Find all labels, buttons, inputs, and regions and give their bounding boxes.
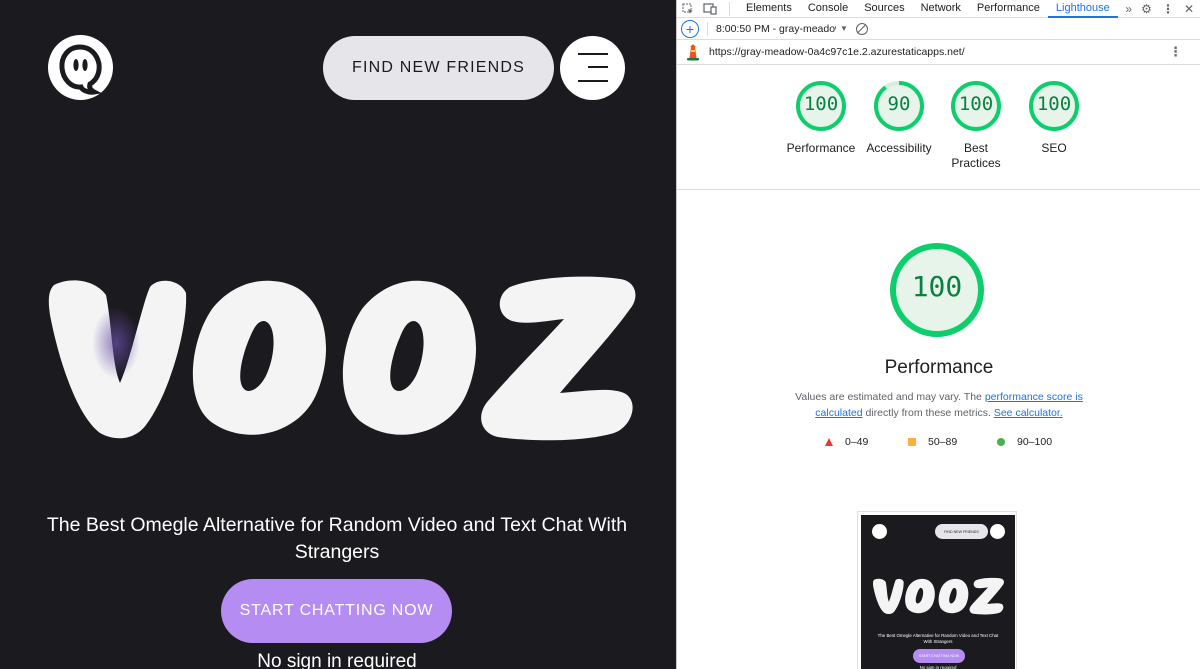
legend-range: 90–100 [1017,436,1053,448]
devtools-panel: Elements Console Sources Network Perform… [676,0,1200,669]
thumbnail-find-button: FIND NEW FRIENDS [935,524,988,539]
gauge-seo[interactable]: 100 SEO [1015,79,1093,156]
menu-line [578,80,608,82]
gauge-score: 100 [1036,93,1072,115]
gauge-label: Best Practices [951,141,1001,170]
tab-elements[interactable]: Elements [738,0,800,18]
report-url[interactable]: https://gray-meadow-0a4c97c1e.2.azuresta… [709,46,965,58]
gauge-score: 100 [803,93,839,115]
close-icon[interactable]: ✕ [1184,2,1194,16]
pass-circle-icon [997,438,1005,446]
find-new-friends-button[interactable]: FIND NEW FRIENDS [323,36,554,100]
report-select[interactable]: 8:00:50 PM - gray-meadow [716,23,836,35]
gauge-accessibility[interactable]: 90 Accessibility [860,79,938,156]
thumbnail-menu-icon [990,524,1005,539]
new-report-plus-icon[interactable]: + [681,19,699,38]
vooz-logo-icon[interactable] [48,35,113,100]
legend-fail: 0–49 [825,436,868,448]
device-toolbar-icon[interactable] [699,0,721,18]
tab-lighthouse[interactable]: Lighthouse [1047,0,1118,18]
no-signin-note: No sign in required [257,651,417,669]
thumbnail-no-signin: No sign in required [919,665,957,669]
toolbar-separator [729,1,730,16]
thumbnail-tagline: The Best Omegle Alternative for Random V… [877,633,999,644]
legend-average: 50–89 [908,436,957,448]
more-tabs-chevron-icon[interactable]: » [1118,0,1140,18]
report-menu-icon[interactable]: ⋮ [1169,44,1182,60]
tagline: The Best Omegle Alternative for Random V… [46,514,628,563]
performance-title: Performance [884,357,994,378]
see-calculator-link[interactable]: See calculator. [994,407,1063,419]
thumbnail-page: FIND NEW FRIENDS The Best Omegle Alterna… [861,515,1015,669]
menu-line [578,53,608,55]
desc-prefix: Values are estimated and may vary. The [795,391,982,403]
legend-range: 50–89 [928,436,958,448]
gauge-score: 100 [958,93,994,115]
vooz-wordmark [48,276,636,441]
clear-reports-icon[interactable] [855,22,868,35]
inspect-element-icon[interactable] [677,0,699,18]
gauge-performance[interactable]: 100 Performance [782,79,860,156]
lighthouse-toolbar: + 8:00:50 PM - gray-meadow ▼ [677,18,1200,40]
performance-big-gauge: 100 [889,242,985,338]
performance-description: Values are estimated and may vary. The p… [789,389,1089,421]
menu-line [588,66,608,68]
gauge-label: SEO [1041,141,1067,155]
legend-pass: 90–100 [997,436,1052,448]
final-screenshot-thumbnail[interactable]: FIND NEW FRIENDS The Best Omegle Alterna… [857,511,1017,669]
toolbar-separator [707,21,708,36]
more-options-icon[interactable]: ⋮ [1162,2,1174,16]
devtools-actions: ⚙ ⋮ ✕ [1141,0,1194,18]
tab-sources[interactable]: Sources [856,0,912,18]
tab-performance[interactable]: Performance [969,0,1048,18]
devtools-tabbar: Elements Console Sources Network Perform… [677,0,1200,18]
performance-score: 100 [911,270,963,303]
lighthouse-icon [687,44,699,61]
website-viewport: FIND NEW FRIENDS The Best Omegle Alterna… [0,0,676,669]
average-square-icon [908,438,916,446]
dropdown-caret-icon[interactable]: ▼ [840,24,848,33]
legend-range: 0–49 [845,436,869,448]
thumbnail-start-button: START CHATTING NOW [913,649,965,663]
tab-console[interactable]: Console [800,0,856,18]
start-chatting-button[interactable]: START CHATTING NOW [221,579,452,643]
desc-mid: directly from these metrics. [865,407,991,419]
gauge-best-practices[interactable]: 100 Best Practices [937,79,1015,171]
fail-triangle-icon [825,438,833,446]
settings-gear-icon[interactable]: ⚙ [1141,2,1152,16]
thumbnail-logo-icon [872,524,887,539]
gauge-score: 90 [887,93,911,115]
hamburger-menu-button[interactable] [560,36,625,100]
thumbnail-wordmark [872,577,1004,615]
gauge-label: Accessibility [866,141,932,155]
report-url-bar: https://gray-meadow-0a4c97c1e.2.azuresta… [677,40,1200,65]
tab-network[interactable]: Network [913,0,969,18]
gauge-label: Performance [786,141,856,155]
score-gauges: 100 Performance 90 Accessibility 100 Bes… [677,79,1200,190]
